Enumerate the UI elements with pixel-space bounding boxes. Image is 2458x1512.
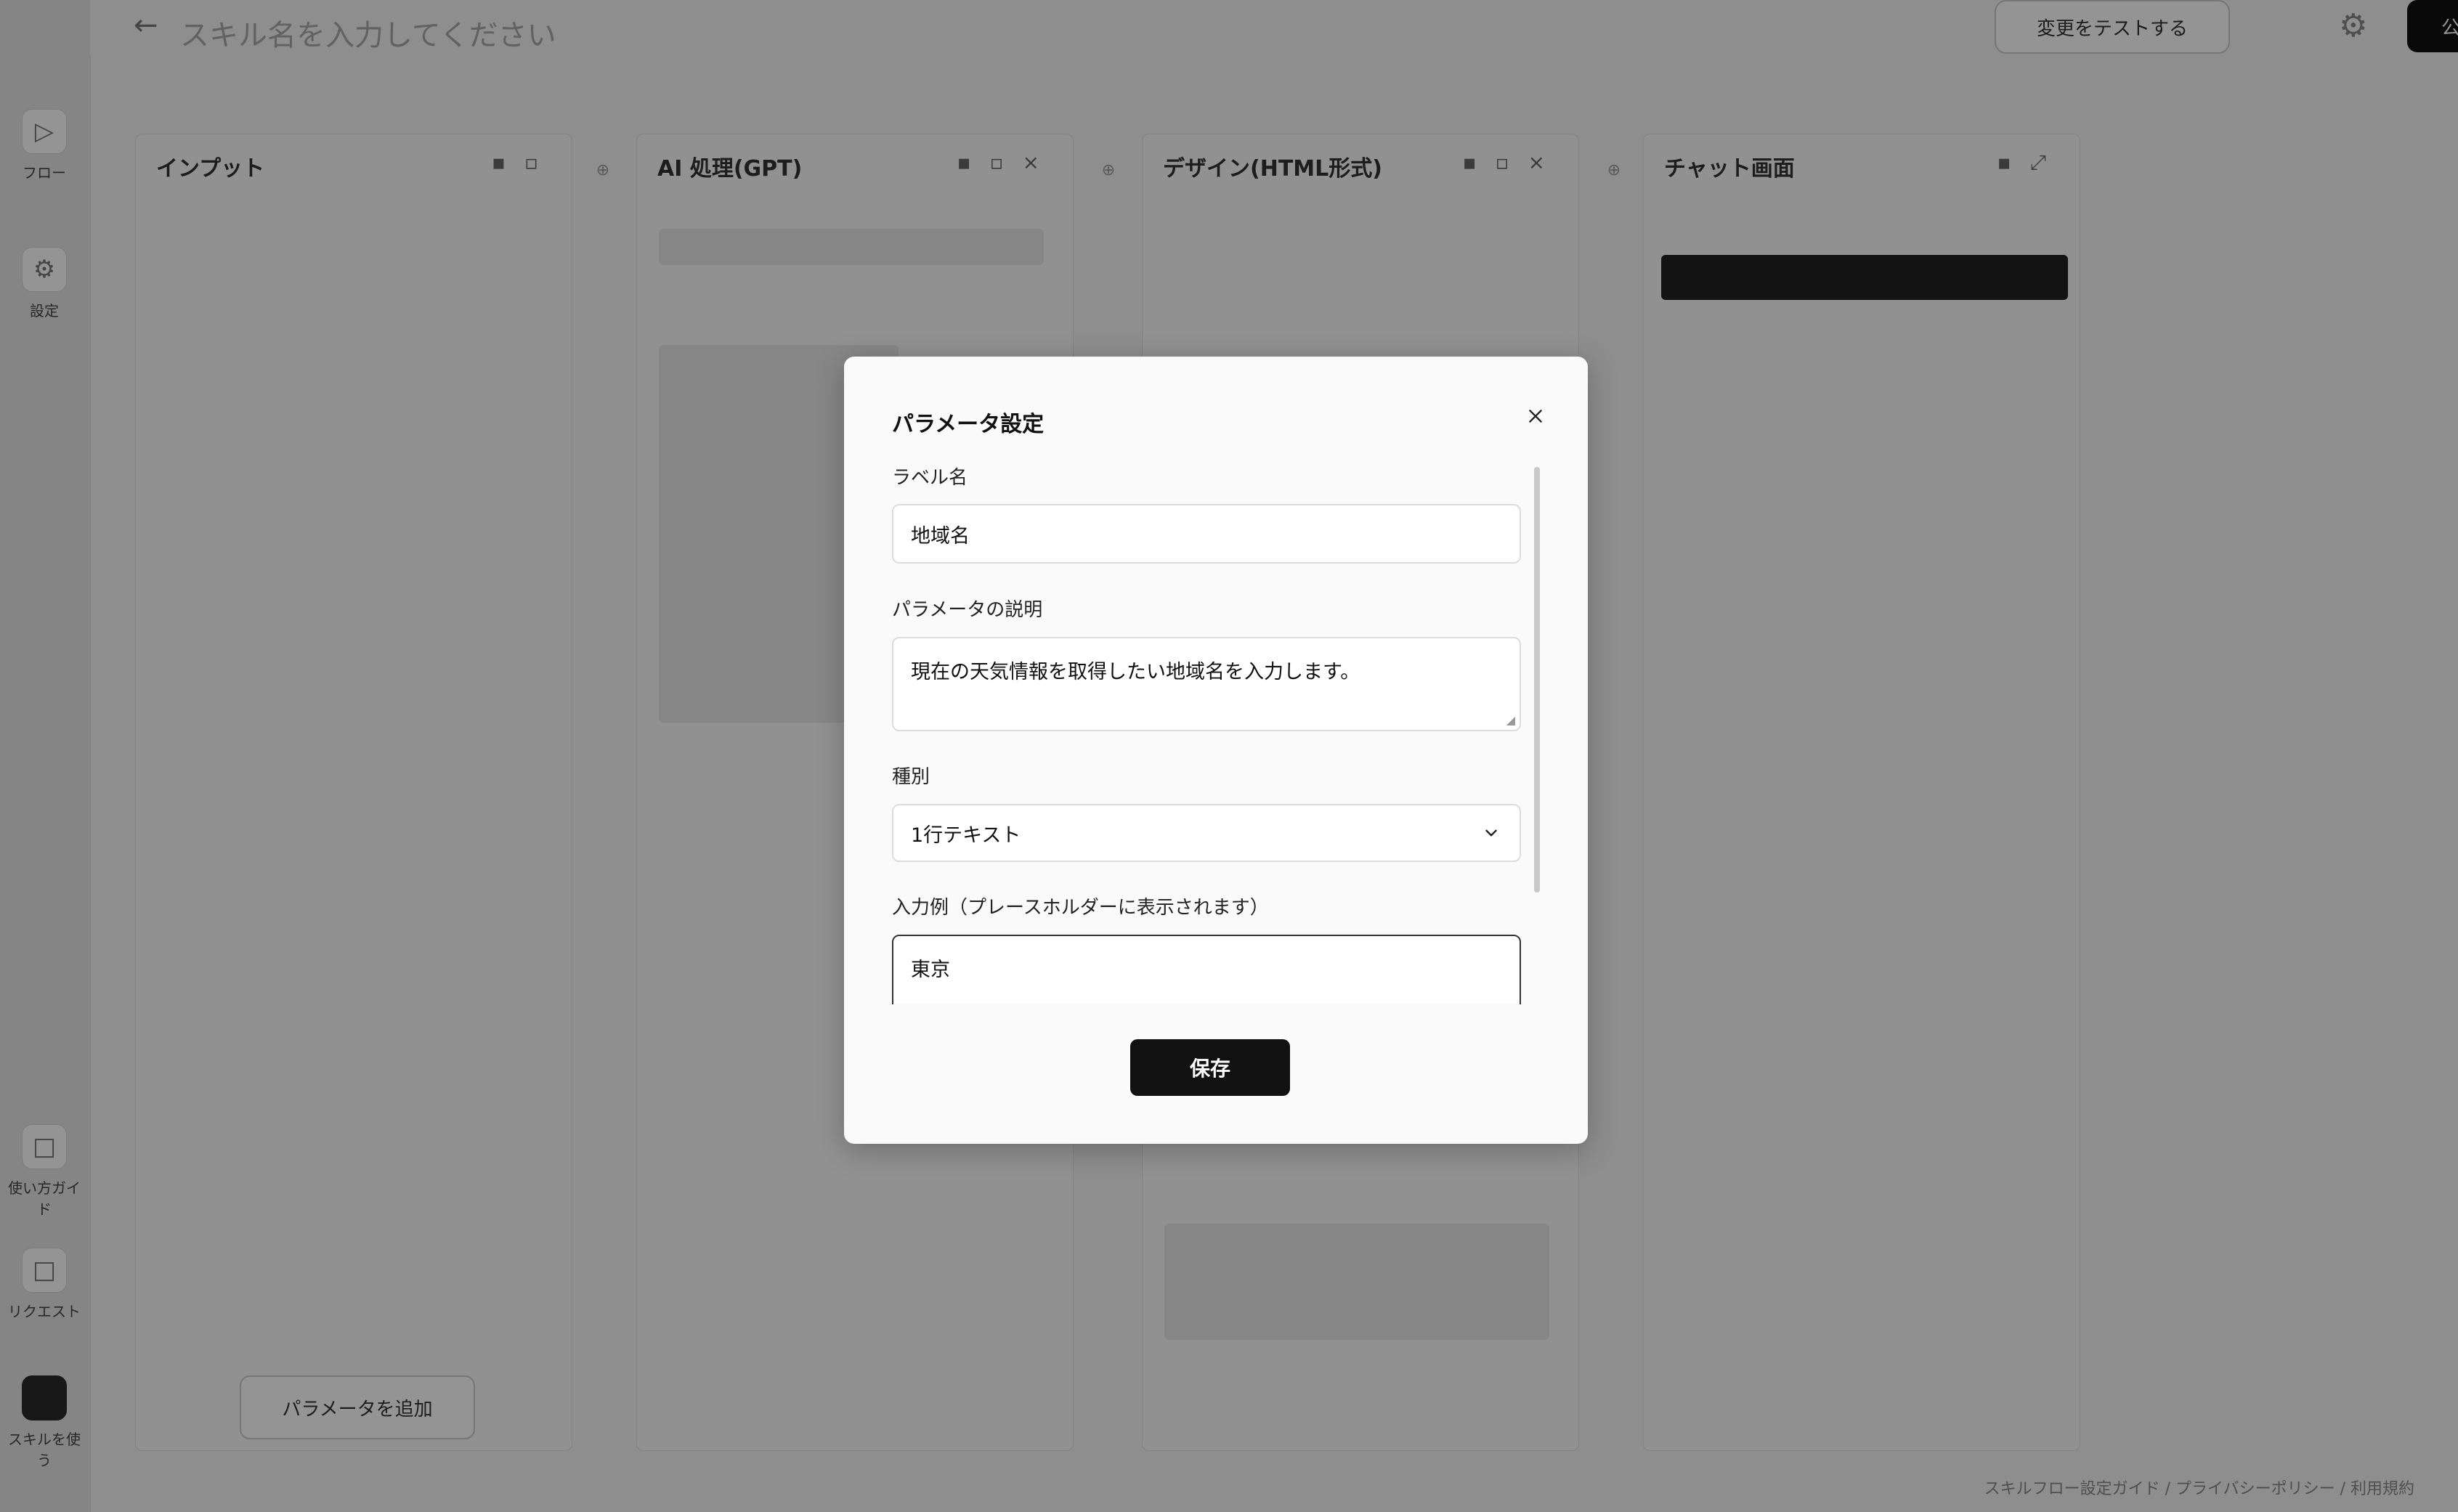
example-input[interactable]: 東京: [892, 935, 1521, 1004]
label-name-label: ラベル名: [892, 467, 968, 489]
label-name-value: 地域名: [911, 524, 970, 548]
close-icon: [1529, 410, 1542, 423]
modal-body: ラベル名 地域名 パラメータの説明 現在の天気情報を取得したい地域名を入力します…: [844, 463, 1588, 1004]
save-button[interactable]: 保存: [1130, 1039, 1290, 1096]
type-value: 1行テキスト: [911, 824, 1021, 847]
modal-title: パラメータ設定: [892, 412, 1045, 437]
example-value: 東京: [911, 959, 950, 981]
resize-handle-icon[interactable]: ◢: [1506, 713, 1515, 727]
description-value: 現在の天気情報を取得したい地域名を入力します。: [911, 661, 1360, 683]
close-button[interactable]: [1515, 396, 1556, 436]
label-name-input[interactable]: 地域名: [892, 504, 1521, 564]
example-label: 入力例（プレースホルダーに表示されます）: [892, 897, 1269, 919]
save-label: 保存: [1189, 1057, 1230, 1081]
description-label: パラメータの説明: [892, 599, 1043, 621]
description-textarea[interactable]: 現在の天気情報を取得したい地域名を入力します。 ◢: [892, 637, 1521, 731]
type-select[interactable]: 1行テキスト: [892, 804, 1521, 862]
chevron-down-icon: [1485, 829, 1497, 837]
parameter-settings-modal: パラメータ設定 ラベル名 地域名 パラメータの説明 現在の天気情報を取得したい地…: [844, 357, 1588, 1144]
type-label: 種別: [892, 766, 930, 788]
